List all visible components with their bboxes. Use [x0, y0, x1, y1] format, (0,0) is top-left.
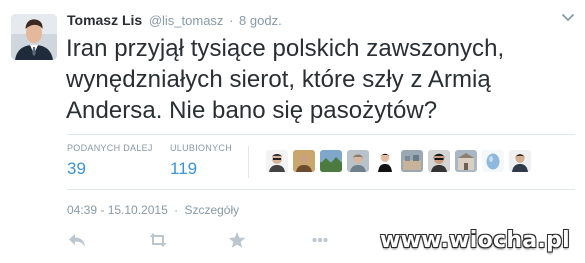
favoriter-avatar[interactable] [374, 150, 396, 172]
author-name[interactable]: Tomasz Lis [67, 12, 142, 28]
favorites-label: ULUBIONYCH [170, 143, 233, 153]
tweet-header: Tomasz Lis @lis_tomasz · 8 godz. [67, 12, 282, 28]
favoriter-avatar[interactable] [509, 150, 531, 172]
time-ago[interactable]: 8 godz. [239, 13, 282, 28]
watermark: www.wiocha.pl [380, 228, 570, 253]
favoriter-avatar[interactable] [320, 150, 342, 172]
timestamp-separator: · [174, 203, 179, 217]
favoriter-avatar[interactable] [455, 150, 477, 172]
chevron-down-icon[interactable] [561, 13, 575, 23]
timestamp-value[interactable]: 04:39 - 15.10.2015 [67, 203, 168, 217]
favorites-stat[interactable]: ULUBIONYCH 119 [170, 143, 232, 179]
tweet-card: Tomasz Lis @lis_tomasz · 8 godz. Iran pr… [0, 0, 585, 263]
favoriter-avatar[interactable] [266, 150, 288, 172]
favoriter-avatar[interactable] [293, 150, 315, 172]
divider-top [67, 134, 575, 135]
divider-bottom [67, 189, 575, 190]
retweets-stat[interactable]: PODANYCH DALEJ 39 [67, 143, 153, 179]
favoriter-avatar[interactable] [401, 150, 423, 172]
more-icon[interactable] [309, 229, 331, 251]
retweet-icon[interactable] [147, 229, 169, 251]
retweets-count: 39 [67, 159, 86, 178]
author-handle[interactable]: @lis_tomasz [149, 13, 224, 28]
tweet-timestamp: 04:39 - 15.10.2015 · Szczegóły [67, 203, 239, 217]
retweets-label: PODANYCH DALEJ [67, 143, 153, 153]
header-separator: · [229, 13, 234, 28]
favoriter-avatar[interactable] [428, 150, 450, 172]
reply-icon[interactable] [66, 229, 88, 251]
tweet-actions [66, 229, 336, 251]
favoriter-avatar[interactable] [482, 150, 504, 172]
tweet-text: Iran przyjął tysiące polskich zawszonych… [66, 35, 505, 124]
favoriter-avatar[interactable] [347, 150, 369, 172]
avatar[interactable] [11, 14, 57, 60]
favorites-count: 119 [170, 159, 198, 178]
favoriters-avatars [266, 150, 531, 172]
details-link[interactable]: Szczegóły [184, 203, 239, 217]
avatar-image [11, 14, 57, 60]
star-icon[interactable] [226, 229, 248, 251]
stats-separator [248, 146, 249, 178]
